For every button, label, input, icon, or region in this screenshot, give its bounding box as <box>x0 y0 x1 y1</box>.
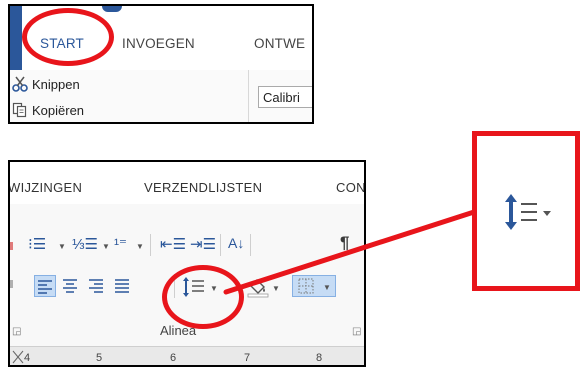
align-center-button[interactable] <box>60 275 82 297</box>
borders-dropdown-icon[interactable]: ▼ <box>323 283 331 292</box>
ribbon-top-screenshot: START INVOEGEN ONTWE Knippen Kopiëren Ca… <box>8 4 314 124</box>
align-right-button[interactable] <box>86 275 108 297</box>
separator <box>150 234 151 256</box>
font-name-combobox[interactable]: Calibri <box>258 86 312 108</box>
group-divider <box>248 70 249 122</box>
copy-button[interactable]: Kopiëren <box>12 102 84 118</box>
sort-az-icon[interactable]: A↓ <box>228 234 244 252</box>
bullet-list-dropdown-icon[interactable]: ▼ <box>58 242 66 251</box>
cut-label: Knippen <box>32 76 80 92</box>
align-left-icon <box>38 280 52 294</box>
line-spacing-zoom <box>503 192 553 232</box>
align-left-button[interactable] <box>34 275 56 297</box>
tab-wijzigingen[interactable]: WIJZINGEN <box>10 180 82 195</box>
file-tab-edge[interactable] <box>10 6 22 70</box>
highlight-circle-line-spacing <box>162 265 244 329</box>
copy-label: Kopiëren <box>32 102 85 118</box>
separator <box>250 234 251 256</box>
tab-ontwerpen[interactable]: ONTWE <box>254 36 305 51</box>
highlight-circle-start <box>22 8 114 66</box>
quick-access-edge <box>102 6 122 12</box>
paragraph-dialog-launcher-icon[interactable]: ◲ <box>352 326 361 337</box>
copy-icon <box>12 102 27 118</box>
zoom-callout <box>472 131 580 291</box>
justify-icon <box>115 279 129 293</box>
ruler-mark: 6 <box>170 352 177 364</box>
shading-bucket-icon <box>247 279 269 298</box>
numbered-list-icon[interactable]: ⅓☰ <box>72 236 98 254</box>
dialog-launcher-icon[interactable]: ◲ <box>12 326 21 337</box>
ruler-mark: 5 <box>96 352 103 364</box>
ribbon-bottom-screenshot: WIJZINGEN VERZENDLIJSTEN CONT ⁝☰ ▼ ⅓☰ ▼ … <box>8 160 366 367</box>
borders-icon <box>298 278 314 294</box>
horizontal-ruler[interactable]: 4 5 6 7 8 <box>10 346 364 365</box>
left-edge-marker <box>10 280 13 288</box>
multilevel-list-dropdown-icon[interactable]: ▼ <box>136 242 144 251</box>
shading-dropdown-icon[interactable]: ▼ <box>272 284 280 293</box>
show-formatting-icon[interactable]: ¶ <box>340 234 349 252</box>
scissors-icon <box>12 76 28 92</box>
tab-invoegen[interactable]: INVOEGEN <box>122 36 195 51</box>
justify-button[interactable] <box>112 275 134 297</box>
ruler-mark: 8 <box>316 352 323 364</box>
numbered-list-dropdown-icon[interactable]: ▼ <box>102 242 110 251</box>
ruler-mark: 7 <box>244 352 251 364</box>
align-right-icon <box>89 279 103 293</box>
bullet-list-icon[interactable]: ⁝☰ <box>28 236 46 254</box>
decrease-indent-icon[interactable]: ⇤☰ <box>160 236 186 254</box>
hanging-indent-marker-icon[interactable] <box>12 350 24 364</box>
tab-controleren[interactable]: CONT <box>336 180 364 195</box>
shading-button[interactable] <box>246 276 270 303</box>
tab-verzendlijsten[interactable]: VERZENDLIJSTEN <box>144 180 262 195</box>
cut-button[interactable]: Knippen <box>12 76 80 92</box>
ruler-mark: 4 <box>24 352 31 364</box>
borders-button[interactable]: ▼ <box>292 275 336 297</box>
increase-indent-icon[interactable]: ⇥☰ <box>190 236 216 254</box>
line-spacing-icon <box>505 194 551 230</box>
multilevel-list-icon[interactable]: ¹⁼ <box>114 236 127 254</box>
separator <box>220 234 221 256</box>
align-center-icon <box>63 279 77 293</box>
font-color-edge <box>10 242 13 250</box>
